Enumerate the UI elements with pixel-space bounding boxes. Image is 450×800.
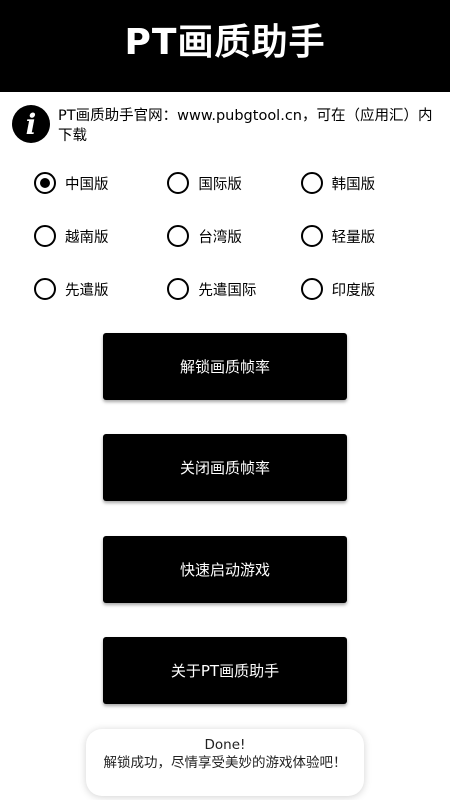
radio-unchecked-icon[interactable] [300,172,323,194]
radio-beta-global[interactable]: 先遣国际 [167,277,300,301]
radio-unchecked-icon[interactable] [300,278,323,300]
radio-label: 轻量版 [331,229,376,246]
radio-checked-icon[interactable] [34,172,56,194]
toast-notification: Done! 解锁成功，尽情享受美妙的游戏体验吧！ [86,729,364,796]
radio-label: 中国版 [65,176,109,193]
radio-beta[interactable]: 先遣版 [34,277,167,301]
version-radio-group: 中国版 国际版 韩国版 越南版 台湾版 轻量版 先遣版 先遣国际 印度版 [34,171,434,330]
unlock-framerate-button[interactable]: 解锁画质帧率 [103,333,347,400]
radio-unchecked-icon[interactable] [167,172,190,194]
info-icon: i [12,105,50,143]
radio-label: 印度版 [331,282,376,299]
app-title: PT画质助手 [124,22,326,63]
radio-label: 国际版 [198,176,242,193]
app-header: PT画质助手 [0,0,450,92]
info-text: PT画质助手官网：www.pubgtool.cn，可在（应用汇）内下载 [58,108,433,144]
radio-label: 先遣版 [65,282,109,299]
radio-row: 越南版 台湾版 轻量版 [34,224,434,277]
radio-unchecked-icon[interactable] [34,278,56,300]
radio-global[interactable]: 国际版 [167,171,300,195]
radio-vietnam[interactable]: 越南版 [34,224,167,248]
radio-label: 越南版 [65,229,109,246]
toast-title: Done! [204,737,246,753]
radio-india[interactable]: 印度版 [300,277,434,301]
radio-row: 先遣版 先遣国际 印度版 [34,277,434,330]
radio-lite[interactable]: 轻量版 [300,224,434,248]
radio-label: 台湾版 [198,229,242,246]
radio-label: 韩国版 [331,176,376,193]
close-framerate-button[interactable]: 关闭画质帧率 [103,434,347,501]
radio-dot [40,178,50,188]
radio-row: 中国版 国际版 韩国版 [34,171,434,224]
radio-unchecked-icon[interactable] [167,278,190,300]
launch-game-button[interactable]: 快速启动游戏 [103,536,347,603]
radio-china[interactable]: 中国版 [34,171,167,195]
radio-unchecked-icon[interactable] [300,225,323,247]
radio-unchecked-icon[interactable] [34,225,56,247]
radio-korea[interactable]: 韩国版 [300,171,434,195]
radio-label: 先遣国际 [198,282,257,299]
about-button[interactable]: 关于PT画质助手 [103,637,347,704]
toast-message: 解锁成功，尽情享受美妙的游戏体验吧！ [103,755,347,771]
info-notice: i PT画质助手官网：www.pubgtool.cn，可在（应用汇）内下载 [12,105,438,146]
radio-unchecked-icon[interactable] [167,225,190,247]
radio-taiwan[interactable]: 台湾版 [167,224,300,248]
